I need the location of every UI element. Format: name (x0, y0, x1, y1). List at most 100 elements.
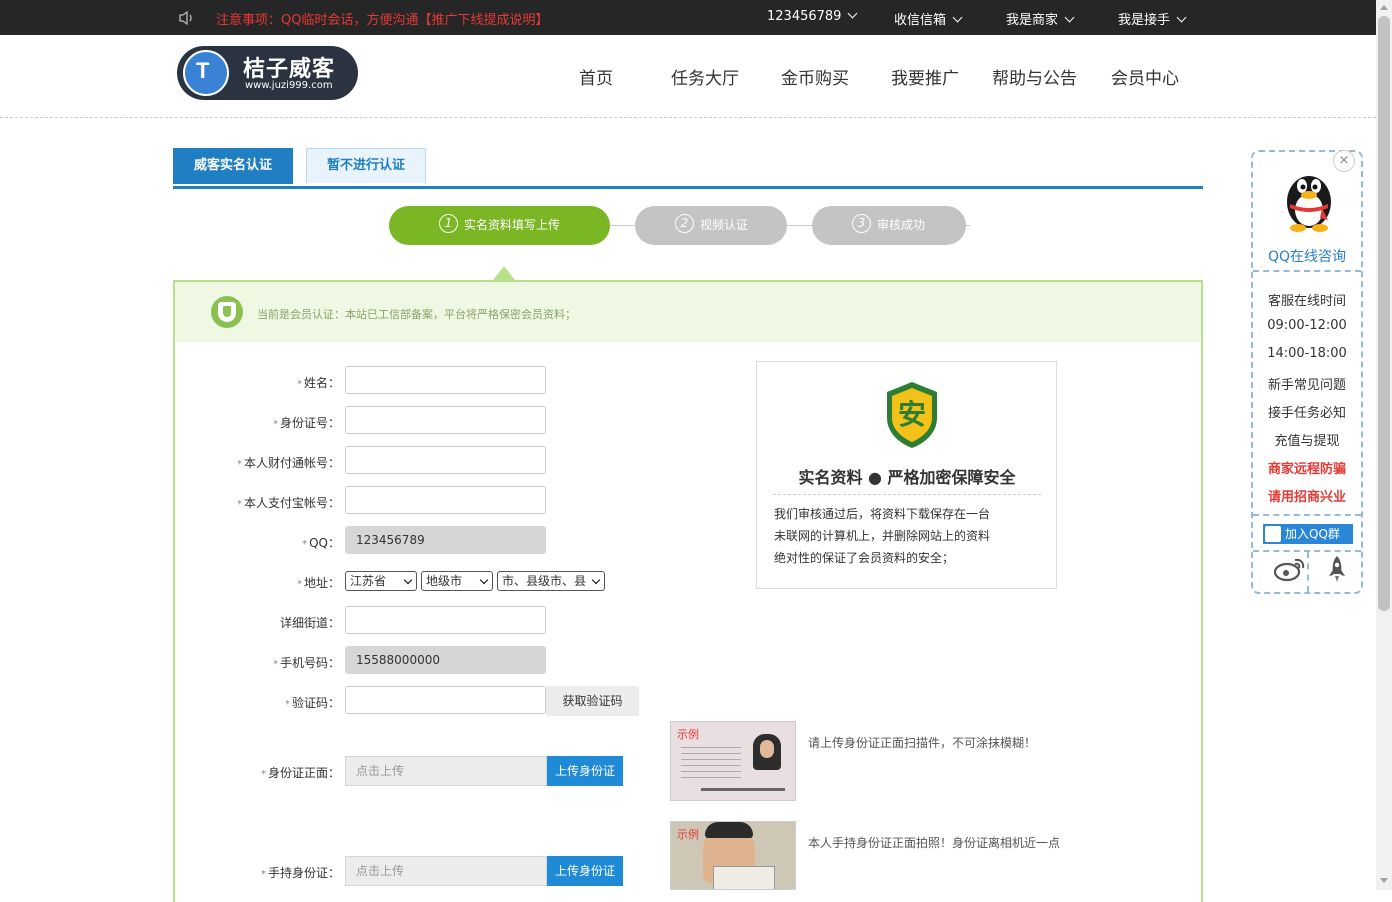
logo-url: www.juzi999.com (245, 80, 333, 91)
qq-consult-link[interactable]: QQ在线咨询 (1253, 246, 1361, 266)
name-input[interactable] (345, 366, 546, 394)
scroll-up-arrow[interactable] (1380, 5, 1388, 10)
idhand-upload-button[interactable]: 上传身份证 (547, 856, 623, 886)
service-hours-afternoon: 14:00-18:00 (1267, 346, 1347, 361)
topnav-taker[interactable]: 我是接手 (1118, 9, 1187, 28)
security-banner: 当前是会员认证：本站已工信部备案，平台将严格保密会员资料； (175, 282, 1201, 342)
idfront-upload-field[interactable]: 点击上传 (345, 756, 547, 786)
phone-label-text: 手机号码： (279, 656, 340, 670)
province-select[interactable]: 江苏省 (345, 571, 417, 591)
topnav-username[interactable]: 123456789 (767, 8, 858, 24)
required-mark: * (236, 499, 242, 510)
weibo-icon[interactable] (1273, 554, 1307, 582)
alipay-label: * 本人支付宝帐号： (237, 494, 340, 511)
required-mark: * (302, 539, 308, 550)
phone-label: * 手机号码： (273, 654, 340, 671)
phone-input[interactable]: 15588000000 (345, 646, 546, 674)
step-3: 3 审核成功 (812, 206, 966, 245)
chevron-down-icon (403, 575, 413, 585)
county-value: 市、县级市、县 (502, 574, 587, 588)
idhand-upload-field[interactable]: 点击上传 (345, 856, 547, 886)
scrollbar-thumb[interactable] (1378, 16, 1390, 611)
chevron-down-icon (1064, 12, 1075, 23)
alipay-input[interactable] (345, 486, 546, 514)
speaker-icon (179, 10, 192, 26)
chevron-down-icon (952, 12, 963, 23)
nav-member-center[interactable]: 会员中心 (1111, 64, 1179, 89)
idno-input[interactable] (345, 406, 546, 434)
rocket-icon[interactable] (1325, 554, 1349, 584)
security-title: 实名资料 ● 严格加密保障安全 (798, 468, 1016, 487)
step-2: 2 视频认证 (635, 206, 787, 245)
nav-buy-coins[interactable]: 金币购买 (781, 64, 849, 89)
auth-tabs: 威客实名认证 暂不进行认证 (173, 148, 1203, 189)
tenpay-input[interactable] (345, 446, 546, 474)
side-link-faq[interactable]: 新手常见问题 (1253, 374, 1361, 393)
topnav-taker-label: 我是接手 (1118, 13, 1171, 28)
security-badge-icon: 安 (887, 382, 937, 448)
idfront-sample-text: 请上传身份证正面扫描件，不可涂抹模糊！ (808, 736, 1037, 750)
topnav-inbox-label: 收信信箱 (894, 13, 947, 28)
province-value: 江苏省 (350, 574, 387, 588)
nav-help[interactable]: 帮助与公告 (992, 64, 1077, 89)
notice-link[interactable]: 注意事项：QQ临时会话，方便沟通【推广下线提成说明】 (216, 9, 548, 28)
divider (1307, 552, 1309, 592)
idfront-upload-button[interactable]: 上传身份证 (547, 756, 623, 786)
tab-skip-auth[interactable]: 暂不进行认证 (306, 148, 426, 183)
tab-realname-auth[interactable]: 威客实名认证 (173, 148, 293, 184)
qq-input[interactable]: 123456789 (345, 526, 546, 554)
nav-task-hall[interactable]: 任务大厅 (671, 64, 739, 89)
tenpay-label-text: 本人财付通帐号： (243, 456, 340, 470)
city-value: 地级市 (426, 574, 463, 588)
street-input[interactable] (345, 606, 546, 634)
idno-label: * 身份证号： (273, 414, 340, 431)
code-input[interactable] (345, 686, 546, 714)
chevron-down-icon (591, 575, 601, 585)
step-1-label: 实名资料填写上传 (464, 218, 561, 232)
idno-label-text: 身份证号： (279, 416, 340, 430)
qq-penguin-icon[interactable] (1278, 164, 1340, 234)
side-link-anti-fraud[interactable]: 商家远程防骗 (1253, 458, 1361, 477)
topnav-merchant[interactable]: 我是商家 (1006, 9, 1075, 28)
idhand-sample-image: 示例 (670, 821, 796, 890)
security-info-box: 安 实名资料 ● 严格加密保障安全 我们审核通过后，将资料下载保存在一台 未联网… (756, 361, 1057, 589)
security-line-1: 我们审核通过后，将资料下载保存在一台 (774, 507, 991, 521)
idfront-label: * 身份证正面： (261, 764, 340, 781)
side-link-recharge[interactable]: 充值与提现 (1253, 430, 1361, 449)
topnav-merchant-label: 我是商家 (1006, 13, 1059, 28)
required-mark: * (260, 769, 266, 780)
scroll-down-arrow[interactable] (1380, 878, 1388, 883)
idfront-label-text: 身份证正面： (267, 766, 340, 780)
step-pointer (493, 266, 515, 280)
security-line-2: 未联网的计算机上，并删除网站上的资料 (774, 529, 991, 543)
side-link-task-guide[interactable]: 接手任务必知 (1253, 402, 1361, 421)
banner-note: 当前是会员认证：本站已工信部备案，平台将严格保密会员资料； (257, 308, 576, 321)
top-bar: 注意事项：QQ临时会话，方便沟通【推广下线提成说明】 123456789 收信信… (0, 0, 1376, 35)
join-qq-group-label: 加入QQ群 (1285, 527, 1340, 541)
divider (1253, 514, 1361, 516)
required-mark: * (272, 659, 278, 670)
step-2-label: 视频认证 (700, 218, 749, 232)
idhand-sample-text: 本人手持身份证正面拍照！身份证离相机近一点 (808, 836, 1061, 850)
side-link-bank[interactable]: 请用招商兴业 (1253, 486, 1361, 505)
nav-promote[interactable]: 我要推广 (891, 64, 959, 89)
mascot-logo-icon: T (183, 50, 229, 96)
divider (773, 494, 1041, 495)
join-qq-group-button[interactable]: 加入QQ群 (1263, 524, 1353, 544)
nav-home[interactable]: 首页 (579, 64, 613, 89)
chevron-down-icon (1176, 12, 1187, 23)
site-logo[interactable]: T 桔子威客 www.juzi999.com (177, 46, 358, 100)
topnav-inbox[interactable]: 收信信箱 (894, 9, 963, 28)
required-mark: * (272, 419, 278, 430)
required-mark: * (296, 579, 302, 590)
logo-mark: T (196, 58, 210, 83)
code-label-text: 验证码： (291, 696, 340, 710)
city-select[interactable]: 地级市 (421, 571, 493, 591)
county-select[interactable]: 市、县级市、县 (497, 571, 605, 591)
idhand-label: * 手持身份证： (261, 864, 340, 881)
name-label-text: 姓名： (303, 376, 340, 390)
get-code-button[interactable]: 获取验证码 (546, 686, 639, 716)
page-scrollbar[interactable] (1376, 0, 1392, 890)
step-1: 1 实名资料填写上传 (389, 206, 610, 245)
site-header: T 桔子威客 www.juzi999.com 首页 任务大厅 金币购买 我要推广… (0, 35, 1376, 118)
